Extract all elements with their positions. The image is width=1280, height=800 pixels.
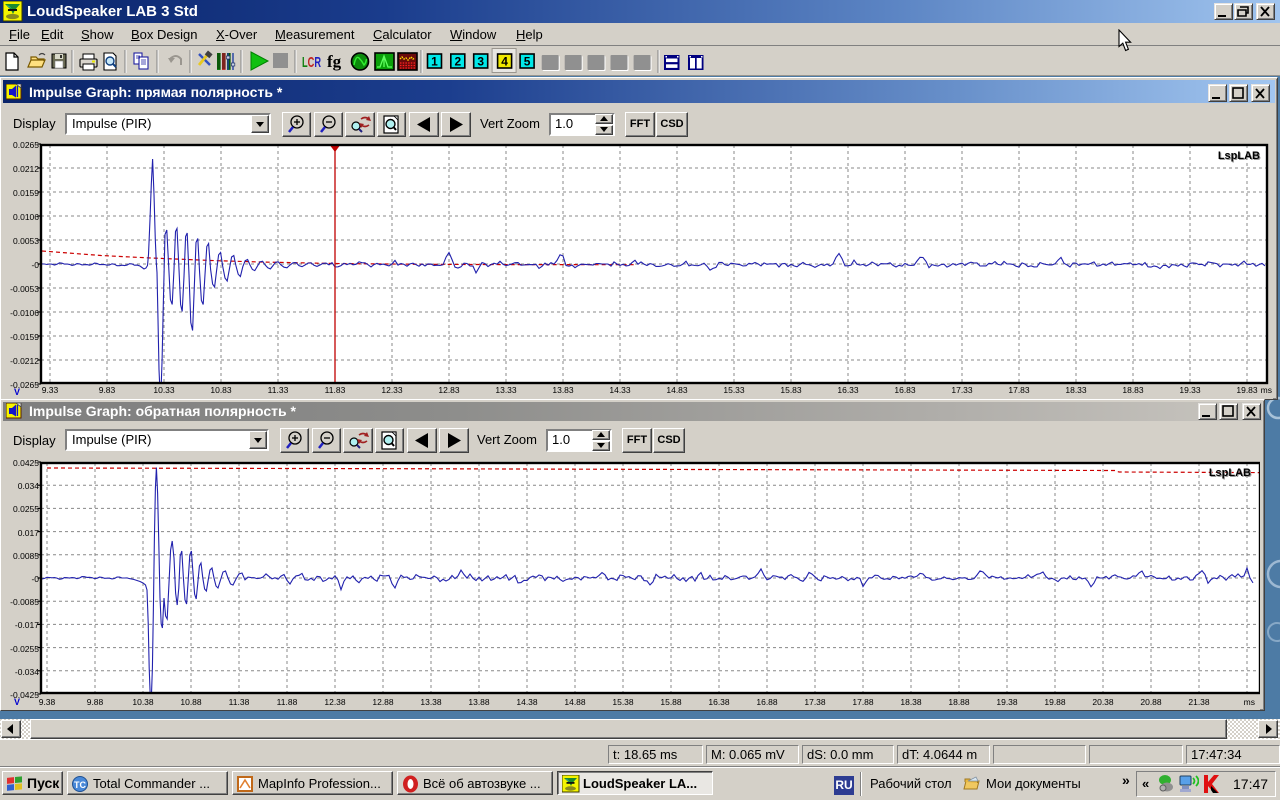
svg-text:15.38: 15.38 (612, 697, 634, 707)
svg-text:0.0425: 0.0425 (13, 460, 39, 468)
svg-text:-0.0159: -0.0159 (10, 332, 39, 342)
svg-text:LspLAB: LspLAB (1209, 467, 1251, 479)
svg-text:9.83: 9.83 (99, 385, 116, 395)
svg-text:19.33: 19.33 (1179, 385, 1201, 395)
svg-text:3: 3 (477, 55, 484, 69)
svg-text:12.88: 12.88 (372, 697, 394, 707)
svg-text:-0: -0 (31, 574, 39, 584)
svg-text:11.38: 11.38 (229, 697, 250, 707)
svg-text:10.38: 10.38 (132, 697, 154, 707)
svg-text:-0.0053: -0.0053 (10, 284, 39, 294)
svg-text:TC: TC (74, 780, 86, 790)
svg-text:1: 1 (431, 55, 438, 69)
svg-text:17.83: 17.83 (1008, 385, 1030, 395)
svg-text:-0.0085: -0.0085 (10, 597, 39, 607)
svg-text:14.88: 14.88 (564, 697, 586, 707)
svg-text:V: V (14, 387, 20, 397)
svg-text:19.38: 19.38 (996, 697, 1018, 707)
svg-text:17.88: 17.88 (852, 697, 874, 707)
svg-text:-0: -0 (31, 260, 39, 270)
svg-text:0.0053: 0.0053 (13, 236, 39, 246)
svg-text:20.88: 20.88 (1140, 697, 1162, 707)
svg-text:9.38: 9.38 (39, 697, 56, 707)
svg-text:15.88: 15.88 (660, 697, 682, 707)
svg-text:9.88: 9.88 (87, 697, 104, 707)
svg-text:18.38: 18.38 (900, 697, 922, 707)
svg-text:-0.017: -0.017 (15, 620, 39, 630)
svg-text:V: V (14, 697, 20, 707)
svg-text:14.38: 14.38 (516, 697, 538, 707)
svg-text:-0.0255: -0.0255 (10, 644, 39, 654)
svg-text:10.83: 10.83 (210, 385, 232, 395)
svg-text:4: 4 (501, 55, 508, 69)
svg-text:fg: fg (327, 52, 342, 71)
svg-text:16.88: 16.88 (756, 697, 778, 707)
svg-text:17.38: 17.38 (804, 697, 826, 707)
svg-text:9.33: 9.33 (42, 385, 59, 395)
svg-text:13.38: 13.38 (420, 697, 442, 707)
svg-text:-0.0106: -0.0106 (10, 308, 39, 318)
svg-text:15.33: 15.33 (723, 385, 745, 395)
svg-text:14.83: 14.83 (666, 385, 688, 395)
svg-text:12.33: 12.33 (381, 385, 403, 395)
svg-text:0.0085: 0.0085 (13, 551, 39, 561)
svg-text:18.33: 18.33 (1065, 385, 1087, 395)
svg-text:10.33: 10.33 (153, 385, 175, 395)
svg-text:-0.034: -0.034 (15, 667, 39, 677)
svg-text:0.0255: 0.0255 (13, 504, 39, 514)
svg-text:-0.0212: -0.0212 (10, 356, 39, 366)
svg-text:12.83: 12.83 (438, 385, 460, 395)
svg-text:13.83: 13.83 (552, 385, 574, 395)
svg-text:0.017: 0.017 (18, 528, 40, 538)
svg-text:18.88: 18.88 (948, 697, 970, 707)
svg-text:10.88: 10.88 (180, 697, 202, 707)
svg-text:11.83: 11.83 (325, 385, 346, 395)
svg-text:16.83: 16.83 (894, 385, 916, 395)
svg-text:15.83: 15.83 (780, 385, 802, 395)
svg-text:20.38: 20.38 (1092, 697, 1114, 707)
svg-text:11.88: 11.88 (277, 697, 298, 707)
svg-text:19.88: 19.88 (1044, 697, 1066, 707)
svg-text:16.33: 16.33 (837, 385, 859, 395)
svg-text:16.38: 16.38 (708, 697, 730, 707)
svg-text:12.38: 12.38 (324, 697, 346, 707)
svg-text:0.034: 0.034 (18, 481, 40, 491)
svg-text:13.88: 13.88 (468, 697, 490, 707)
svg-text:21.38: 21.38 (1188, 697, 1210, 707)
svg-text:18.83: 18.83 (1122, 385, 1144, 395)
svg-text:LCR: LCR (302, 54, 321, 71)
svg-text:0.0265: 0.0265 (13, 142, 39, 150)
svg-text:2: 2 (454, 55, 461, 69)
svg-text:5: 5 (524, 55, 531, 69)
svg-text:19.83: 19.83 (1236, 385, 1258, 395)
svg-text:17.33: 17.33 (951, 385, 973, 395)
svg-text:0.0106: 0.0106 (13, 212, 39, 222)
svg-text:ms: ms (1244, 697, 1255, 707)
svg-text:LspLAB: LspLAB (1218, 150, 1260, 162)
svg-text:0.0159: 0.0159 (13, 188, 39, 198)
svg-text:13.33: 13.33 (495, 385, 517, 395)
svg-text:ms: ms (1261, 385, 1272, 395)
svg-text:0.0212: 0.0212 (13, 164, 39, 174)
svg-text:11.33: 11.33 (268, 385, 289, 395)
svg-text:14.33: 14.33 (609, 385, 631, 395)
